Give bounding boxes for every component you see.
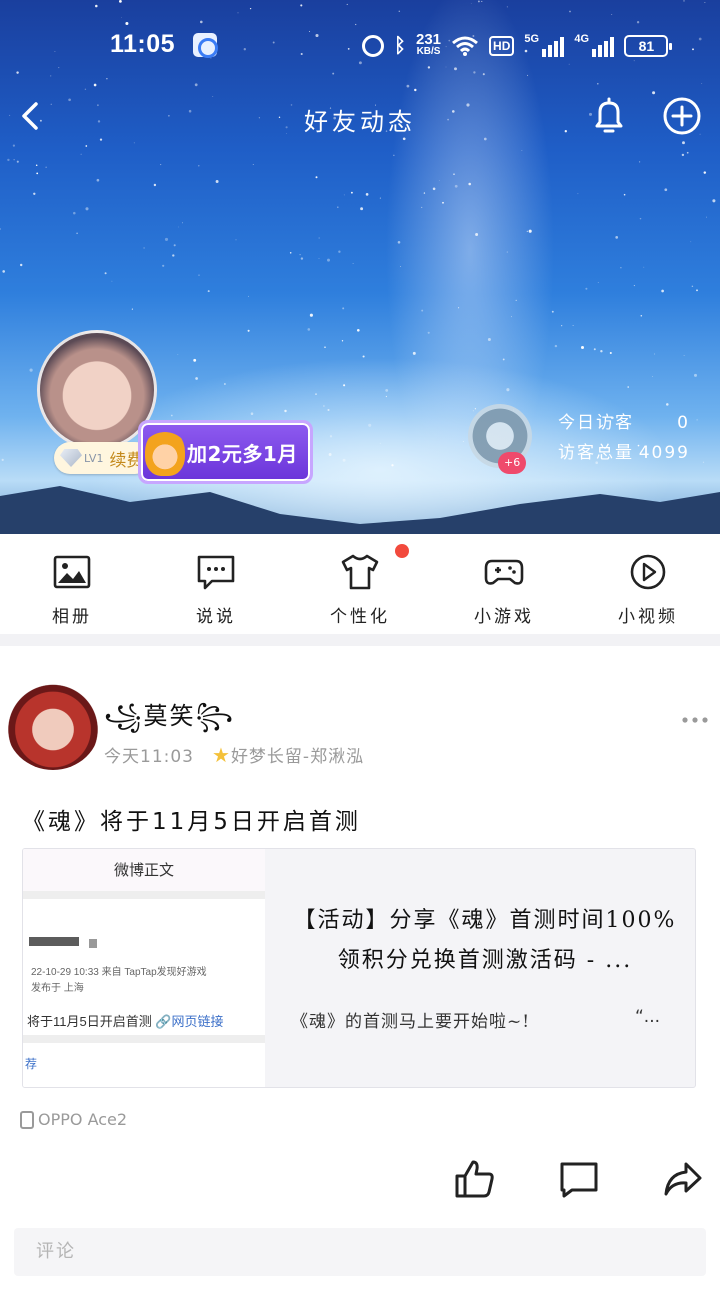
alarm-icon (362, 35, 384, 57)
promo-banner[interactable]: 加2元多1月 (138, 420, 313, 484)
post-author-name[interactable]: ꧁莫笑꧂ (104, 696, 235, 746)
chat-icon (197, 555, 235, 590)
link-description: 《魂》的首测马上要开始啦~! (291, 1012, 531, 1032)
thumb-header: 微博正文 (23, 849, 265, 891)
visits-total-label: 访客总量 (558, 443, 634, 463)
visitor-stats[interactable]: 今日访客 0 访客总量 4099 (558, 408, 690, 468)
sim1-label: 5G (524, 33, 540, 45)
tool-games[interactable]: 小游戏 (464, 552, 544, 627)
post-content: 《魂》将于11月5日开启首测 (22, 809, 361, 835)
bell-icon[interactable] (590, 96, 628, 136)
net-speed-unit: KB/S (416, 46, 441, 57)
thumb-main-text: 将于11月5日开启首测 🔗网页链接 (27, 1014, 224, 1029)
sim2-label: 4G (574, 33, 590, 45)
tool-moments-label: 说说 (196, 607, 236, 627)
section-divider (0, 634, 720, 646)
phone-icon (20, 1110, 34, 1129)
mountains-image (0, 486, 720, 534)
cover-background[interactable]: 11:05 ᛒ 231 KB/S HD 5G 4G 81 好友动态 LV1 续费… (0, 0, 720, 534)
post-device: OPPO Ace2 (20, 1110, 127, 1129)
battery-icon: 81 (624, 35, 673, 57)
comment-icon[interactable] (558, 1158, 600, 1200)
signal-sim2-icon: 4G (574, 33, 615, 57)
name-decoration-left-icon: ꧁ (104, 702, 144, 730)
gamepad-icon (484, 559, 524, 585)
link-description-tail: “... (635, 1007, 661, 1027)
visitor-count-badge: +6 (498, 452, 527, 474)
vip-renew-badge[interactable]: LV1 续费 (54, 442, 152, 474)
signal-sim1-icon: 5G (524, 33, 565, 57)
tool-videos-label: 小视频 (618, 607, 678, 627)
post-author-avatar[interactable] (6, 680, 100, 770)
add-icon[interactable] (662, 96, 702, 136)
thumb-location: 发布于 上海 (31, 983, 84, 994)
visits-total-row: 访客总量 4099 (558, 438, 690, 468)
status-icons: ᛒ 231 KB/S HD 5G 4G 81 (362, 30, 673, 62)
tool-videos[interactable]: 小视频 (608, 552, 688, 627)
app-notification-icon (193, 33, 218, 58)
net-speed-value: 231 (416, 31, 442, 48)
tool-personalize-label: 个性化 (330, 607, 390, 627)
navbar: 好友动态 (0, 92, 720, 142)
diamond-icon (60, 449, 82, 467)
star-icon: ★ (212, 743, 231, 767)
promo-text: 加2元多1月 (187, 441, 298, 466)
like-icon[interactable] (454, 1158, 496, 1200)
play-icon (630, 554, 666, 590)
post-meta: 今天11:03 ★好梦长留-郑湫泓 (104, 742, 364, 767)
relation-tag[interactable]: ★好梦长留-郑湫泓 (212, 742, 364, 767)
status-time: 11:05 (110, 30, 176, 58)
link-title: 【活动】分享《魂》首测时间100%领积分兑换首测激活码 - ... (293, 908, 677, 973)
visits-total-value: 4099 (638, 443, 690, 463)
visits-today-value: 0 (677, 413, 690, 433)
shared-link-card[interactable]: 微博正文 22-10-29 10:33 来自 TapTap发现好游戏 发布于 上… (22, 848, 696, 1088)
link-thumbnail: 微博正文 22-10-29 10:33 来自 TapTap发现好游戏 发布于 上… (23, 849, 265, 1087)
thumb-recommend: 荐 (25, 1057, 38, 1071)
net-speed: 231 KB/S (416, 31, 442, 58)
tool-album[interactable]: 相册 (32, 552, 112, 627)
shirt-icon (341, 554, 379, 590)
tool-album-label: 相册 (52, 607, 92, 627)
tool-games-label: 小游戏 (474, 607, 534, 627)
feature-toolbar: 相册 说说 个性化 小游戏 小视频 (0, 534, 720, 634)
share-icon[interactable] (662, 1158, 704, 1200)
album-icon (53, 555, 91, 589)
comment-input[interactable]: 评论 (14, 1228, 706, 1276)
more-options-icon[interactable] (682, 716, 708, 724)
visits-today-row: 今日访客 0 (558, 408, 690, 438)
post-time: 今天11:03 (104, 747, 194, 767)
hd-voice-icon: HD (489, 36, 515, 56)
tool-moments[interactable]: 说说 (176, 552, 256, 627)
thumb-redacted-bar (29, 937, 79, 946)
vip-level: LV1 (84, 451, 104, 465)
visits-today-label: 今日访客 (558, 413, 634, 433)
bluetooth-icon: ᛒ (394, 34, 406, 57)
device-name: OPPO Ace2 (38, 1110, 128, 1129)
tool-personalize[interactable]: 个性化 (320, 552, 400, 627)
wifi-icon (452, 36, 478, 56)
name-decoration-right-icon: ꧂ (195, 702, 235, 730)
thumb-date: 22-10-29 10:33 来自 TapTap发现好游戏 (31, 967, 207, 978)
new-badge-dot (395, 544, 409, 558)
mascot-icon (145, 428, 185, 476)
status-bar: 11:05 ᛒ 231 KB/S HD 5G 4G 81 (0, 0, 720, 92)
